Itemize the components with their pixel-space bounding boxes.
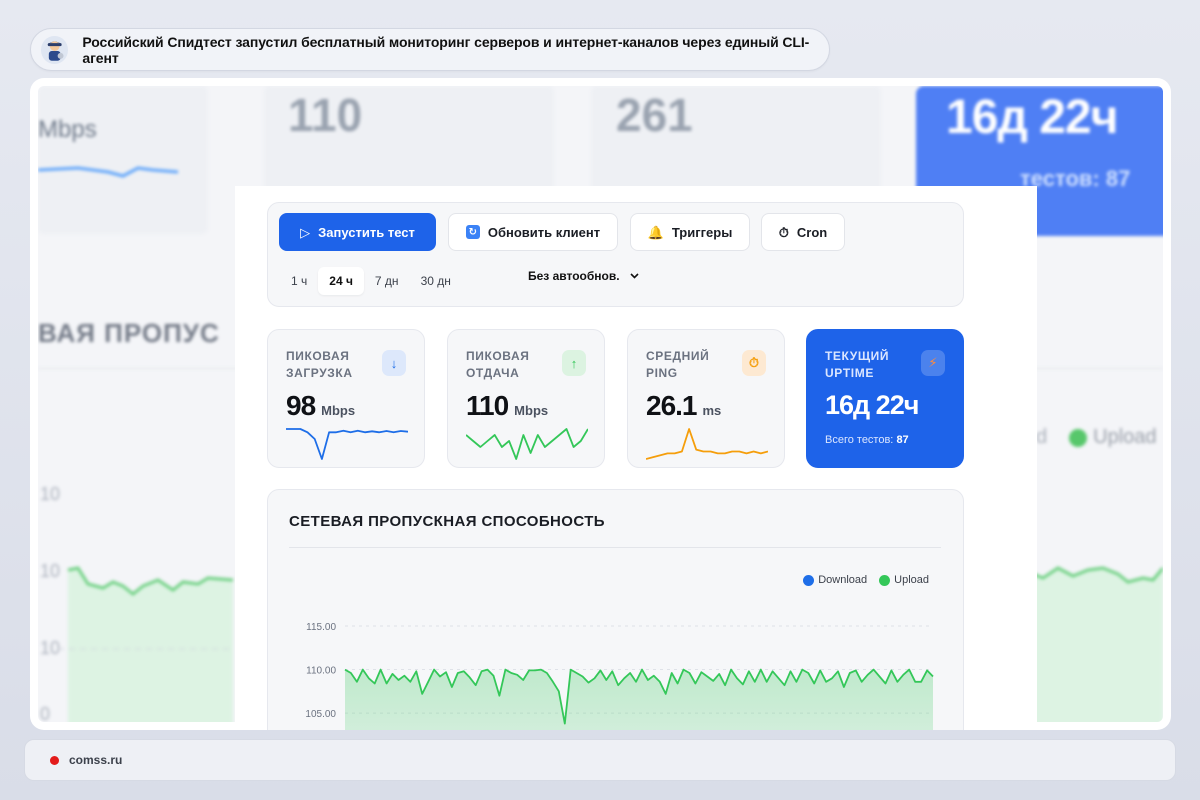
divider — [289, 547, 941, 548]
source-site[interactable]: comss.ru — [69, 753, 122, 767]
speedtest-panel: ▷ Запустить тест ↻ Обновить клиент 🔔 Три… — [235, 186, 1037, 730]
chart-legend: Download Upload — [795, 574, 929, 586]
play-icon: ▷ — [300, 224, 311, 240]
bandwidth-chart-card: СЕТЕВАЯ ПРОПУСКНАЯ СПОСОБНОСТЬ Download … — [267, 489, 964, 730]
stat-label: ТЕКУЩИЙ UPTIME — [825, 349, 890, 380]
chevron-down-icon — [630, 273, 639, 279]
source-footer: comss.ru — [24, 739, 1176, 781]
stat-label: ПИКОВАЯ ЗАГРУЗКА — [286, 349, 353, 380]
toolbar: ▷ Запустить тест ↻ Обновить клиент 🔔 Три… — [267, 202, 964, 307]
bg-upload-number: 110 — [288, 89, 363, 141]
arrow-down-icon: ↓ — [382, 350, 406, 376]
y-tick-label: 105.00 — [305, 709, 336, 720]
ping-sparkline-line — [646, 428, 768, 460]
arrow-up-icon: ↑ — [562, 350, 586, 376]
cron-button[interactable]: ⏱ Cron — [761, 213, 845, 251]
red-dot-icon — [50, 755, 59, 765]
screenshot-frame: Mbps 110 261 16д 22ч тестов: 87 ВАЯ ПРОП… — [30, 78, 1171, 730]
news-headline: Российский Спидтест запустил бесплатный … — [30, 28, 830, 71]
upload-area — [345, 669, 933, 730]
upload-sparkline-line — [466, 428, 588, 460]
legend-upload[interactable]: Upload — [879, 574, 929, 586]
y-tick-label: 110.00 — [306, 666, 336, 677]
chart-title: СЕТЕВАЯ ПРОПУСКНАЯ СПОСОБНОСТЬ — [289, 513, 605, 530]
upload-sparkline — [466, 428, 588, 460]
stat-card-upload: ПИКОВАЯ ОТДАЧА ↑ 110 Mbps — [447, 329, 605, 468]
update-client-button[interactable]: ↻ Обновить клиент — [448, 213, 618, 251]
bell-icon: 🔔 — [647, 224, 664, 240]
bg-uptime-value: 16д 22ч — [946, 91, 1118, 144]
stat-value: 16д 22ч — [825, 390, 919, 420]
stat-value: 98 Mbps — [286, 390, 356, 421]
y-tick-label: 115.00 — [306, 622, 336, 633]
bandwidth-chart: 115.00110.00105.00100.0095.00 — [305, 622, 934, 730]
lightning-icon: ⚡ — [921, 350, 945, 376]
stat-label: СРЕДНИЙ PING — [646, 349, 710, 380]
stat-label: ПИКОВАЯ ОТДАЧА — [466, 349, 530, 380]
range-1h[interactable]: 1 ч — [280, 267, 318, 295]
bg-download-sparkline — [38, 166, 179, 178]
stat-card-ping: СРЕДНИЙ PING ⏱ 26.1 ms — [627, 329, 785, 468]
run-test-button[interactable]: ▷ Запустить тест — [279, 213, 436, 251]
timer-icon: ⏱ — [742, 350, 766, 376]
range-7d[interactable]: 7 дн — [364, 267, 410, 295]
bg-mbps-label: Mbps — [38, 116, 97, 143]
stat-value: 26.1 ms — [646, 390, 722, 421]
refresh-icon: ↻ — [465, 225, 480, 239]
time-range-selector: 1 ч 24 ч 7 дн 30 дн — [280, 265, 462, 297]
range-30d[interactable]: 30 дн — [410, 267, 462, 295]
bg-ping-number: 261 — [616, 89, 693, 141]
download-sparkline-line — [286, 428, 408, 460]
mascot-avatar-icon — [41, 35, 69, 64]
stopwatch-icon: ⏱ — [778, 224, 789, 240]
ping-sparkline — [646, 428, 768, 460]
legend-download[interactable]: Download — [803, 574, 867, 586]
range-24h[interactable]: 24 ч — [318, 267, 364, 295]
stat-value: 110 Mbps — [466, 390, 549, 421]
bg-chart-legend: d Upload — [1036, 426, 1157, 448]
bg-chart-title: ВАЯ ПРОПУС — [38, 318, 220, 348]
headline-text: Российский Спидтест запустил бесплатный … — [82, 33, 810, 66]
stat-card-download: ПИКОВАЯ ЗАГРУЗКА ↓ 98 Mbps — [267, 329, 425, 468]
triggers-button[interactable]: 🔔 Триггеры — [630, 213, 750, 251]
download-sparkline — [286, 428, 408, 460]
stat-card-uptime: ТЕКУЩИЙ UPTIME ⚡ 16д 22ч Всего тестов: 8… — [806, 329, 964, 468]
autorefresh-select[interactable]: Без автообнов. — [528, 269, 639, 283]
total-tests-label: Всего тестов: 87 — [825, 434, 909, 446]
